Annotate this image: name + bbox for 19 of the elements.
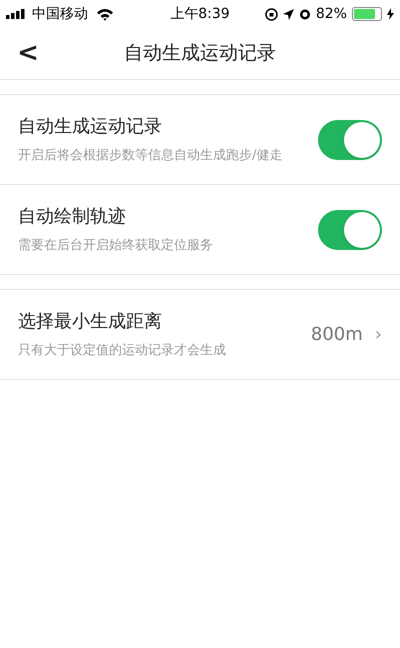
location-icon bbox=[282, 8, 294, 20]
back-button[interactable]: < bbox=[0, 28, 56, 79]
setting-description: 需要在后台开启始终获取定位服务 bbox=[18, 237, 214, 256]
setting-title: 选择最小生成距离 bbox=[18, 310, 163, 334]
charging-icon bbox=[386, 8, 394, 20]
wifi-icon bbox=[96, 8, 114, 20]
setting-description: 只有大于设定值的运动记录才会生成 bbox=[18, 342, 227, 360]
setting-description: 开启后将会根据步数等信息自动生成跑步/健走 bbox=[18, 147, 284, 166]
battery-percent: 82% bbox=[316, 4, 347, 24]
chevron-icon: › bbox=[374, 321, 382, 348]
setting-title: 自动生成运动记录 bbox=[18, 115, 163, 140]
battery-icon bbox=[352, 7, 382, 21]
carrier-name: 中国移动 bbox=[32, 4, 88, 24]
toggle-switch[interactable] bbox=[318, 120, 382, 160]
page-title: 自动生成运动记录 bbox=[123, 41, 277, 66]
setting-title: 自动绘制轨迹 bbox=[18, 205, 127, 230]
toggle-switch[interactable] bbox=[318, 210, 382, 250]
setting-value: 800m bbox=[310, 323, 363, 347]
clock-time: 上午8:39 bbox=[169, 4, 231, 24]
